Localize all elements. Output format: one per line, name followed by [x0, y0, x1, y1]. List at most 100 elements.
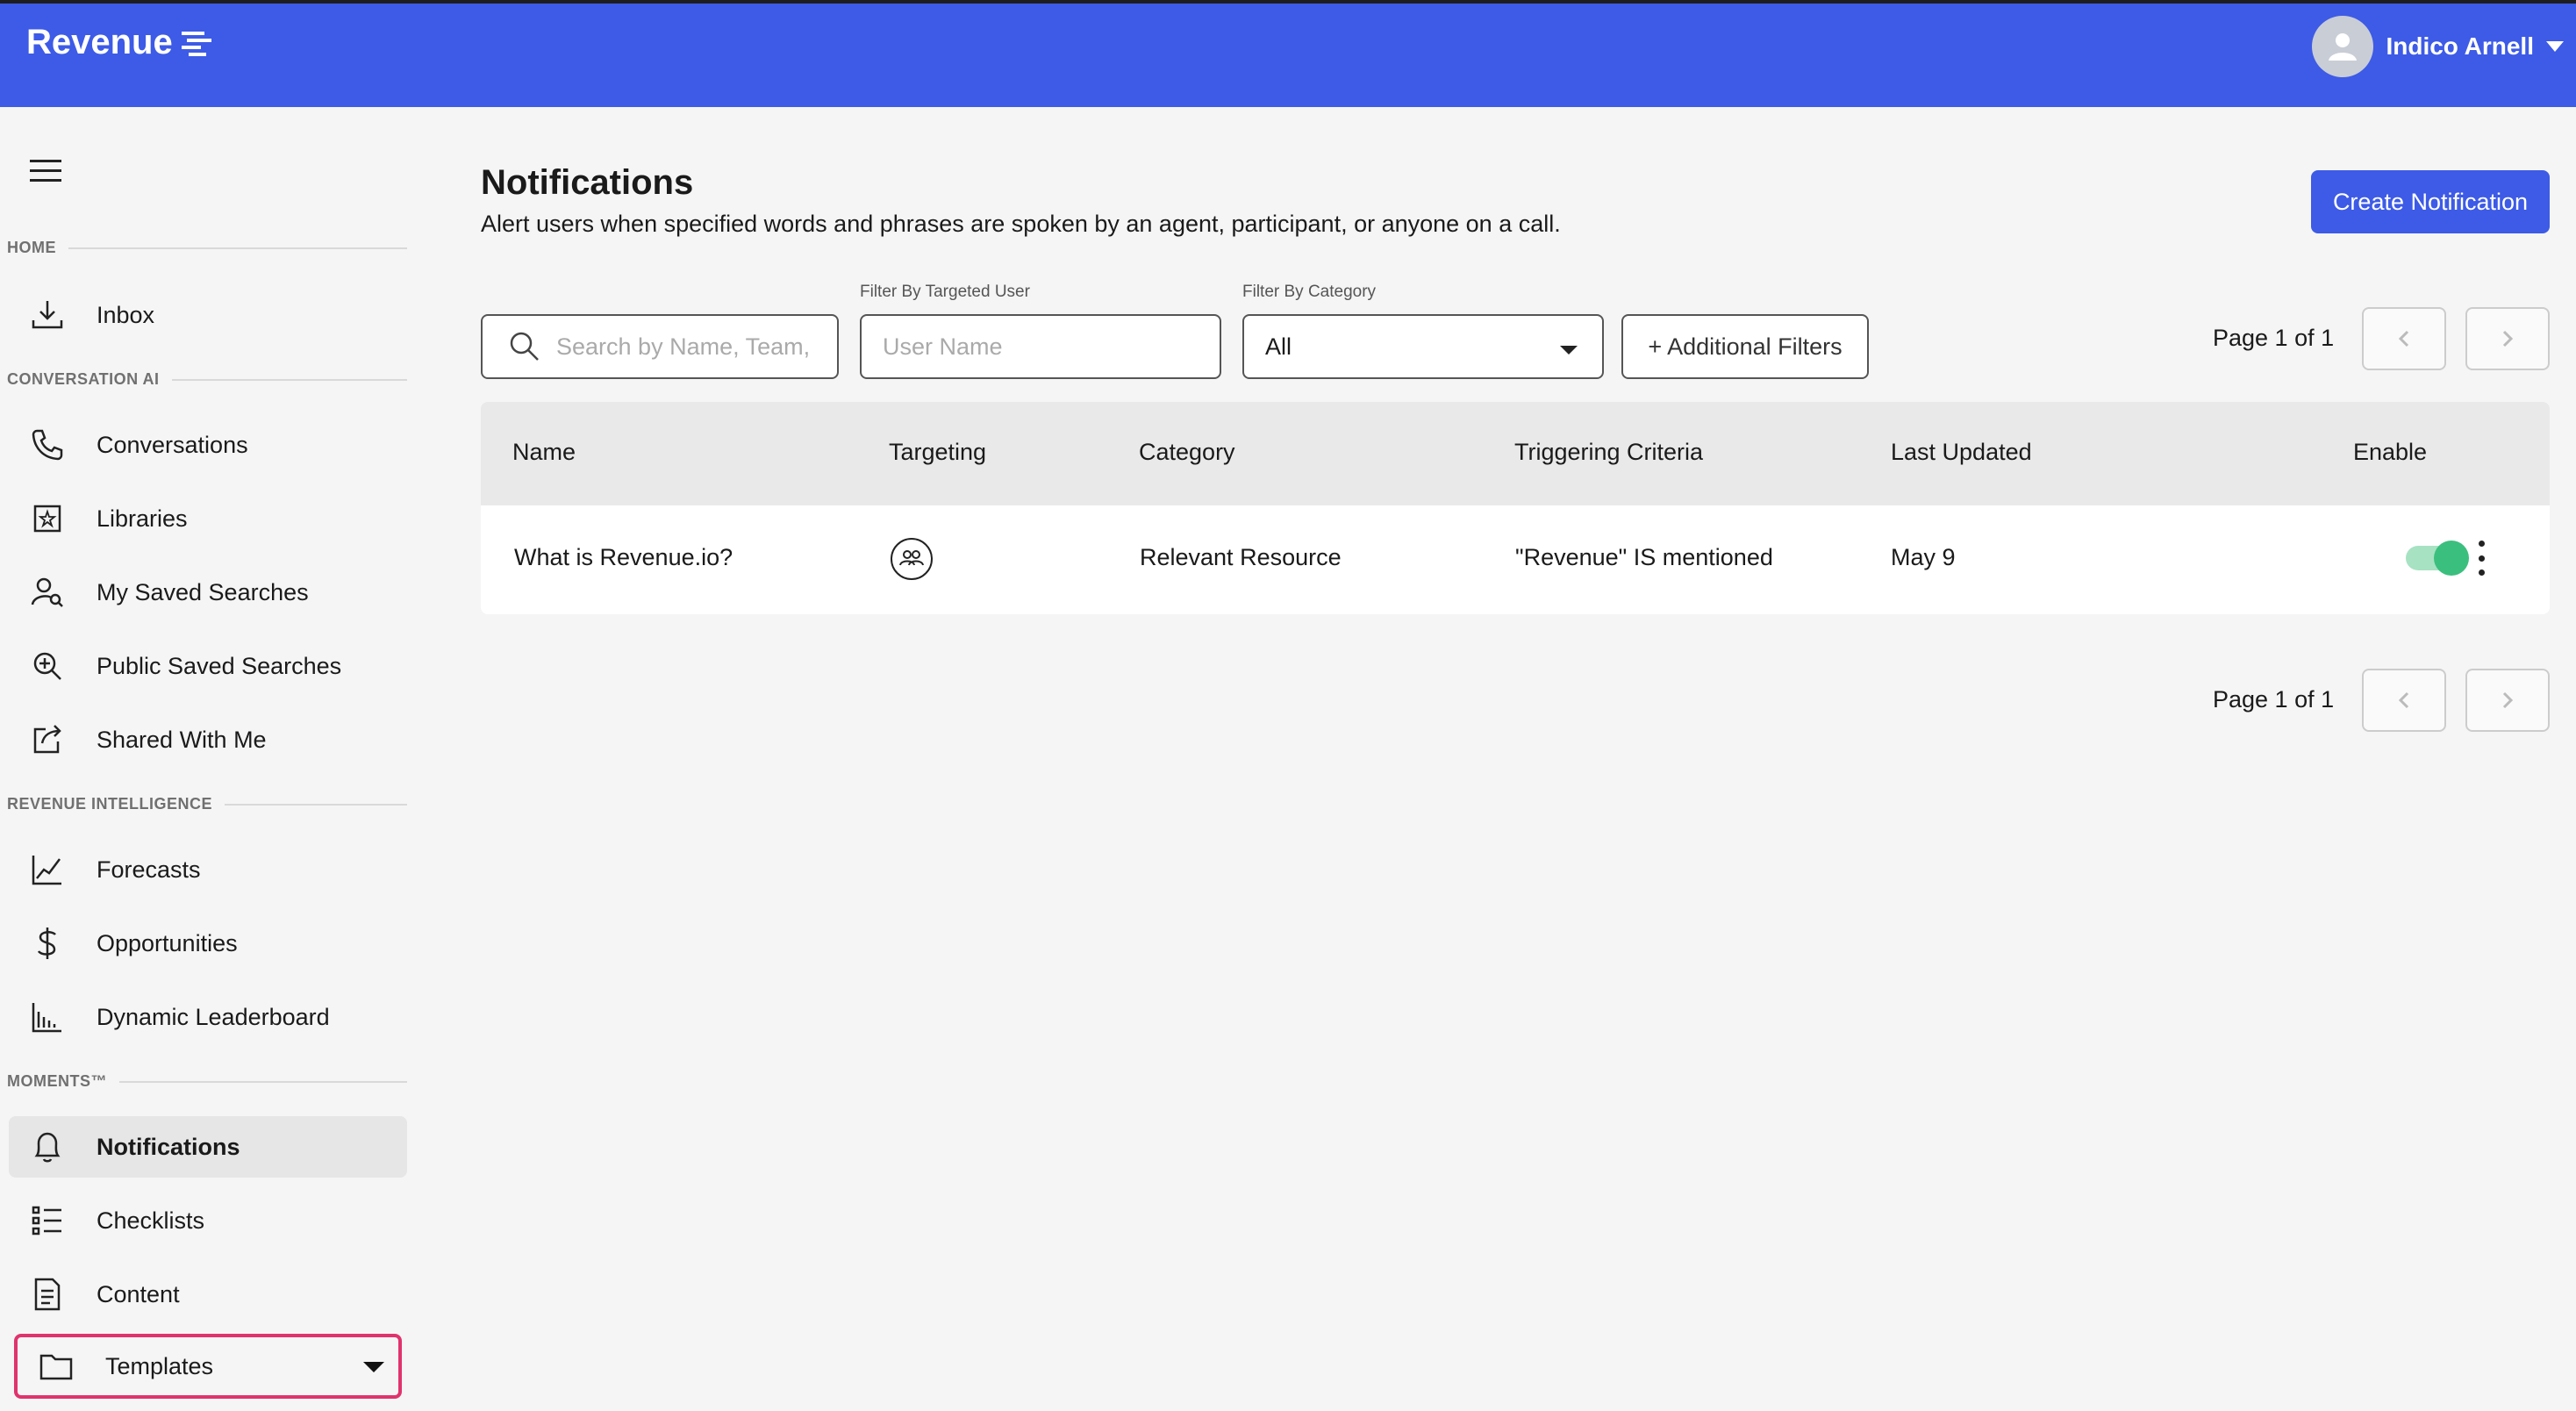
divider	[225, 803, 407, 806]
bell-icon	[28, 1128, 67, 1166]
column-header-category[interactable]: Category	[1139, 439, 1235, 466]
targeted-user-input[interactable]: User Name	[860, 314, 1221, 379]
section-label: HOME	[7, 239, 56, 256]
sidebar-item-label: Dynamic Leaderboard	[97, 1003, 330, 1030]
category-select[interactable]: All	[1242, 314, 1604, 379]
phone-icon	[28, 426, 67, 464]
app-logo[interactable]: Revenue	[26, 23, 211, 62]
column-header-enable: Enable	[2353, 439, 2428, 465]
sidebar-item-label: Opportunities	[97, 929, 238, 956]
sidebar-item-conversations[interactable]: Conversations	[9, 414, 407, 476]
sidebar-item-label: Content	[97, 1280, 180, 1307]
prev-page-button-bottom[interactable]	[2362, 669, 2446, 732]
sidebar-item-label: Inbox	[97, 301, 155, 328]
chevron-left-icon	[2398, 330, 2409, 347]
sidebar-item-opportunities[interactable]: Opportunities	[9, 913, 407, 974]
section-conversation-ai: CONVERSATION AI	[7, 370, 407, 389]
sidebar-item-notifications[interactable]: Notifications	[9, 1116, 407, 1178]
search-icon	[510, 332, 539, 361]
sidebar: HOME Inbox CONVERSATION AI Conversations…	[0, 107, 412, 1411]
sidebar-item-label: Checklists	[97, 1207, 205, 1234]
user-name-placeholder: User Name	[883, 333, 1003, 360]
search-placeholder: Search by Name, Team,	[556, 333, 811, 360]
section-moments: MOMENTS™	[7, 1072, 407, 1091]
sidebar-item-forecasts[interactable]: Forecasts	[9, 839, 407, 900]
library-icon	[28, 499, 67, 538]
logo-mark-icon	[181, 31, 211, 56]
chevron-left-icon	[2398, 691, 2409, 709]
sidebar-item-templates[interactable]: Templates	[14, 1334, 402, 1399]
enable-toggle[interactable]	[2406, 541, 2469, 576]
next-page-button-top[interactable]	[2465, 307, 2550, 370]
avatar	[2312, 16, 2374, 77]
table-header: Name Targeting Category Triggering Crite…	[481, 402, 2550, 505]
group-icon	[890, 537, 934, 587]
sidebar-item-label: Libraries	[97, 505, 188, 532]
create-notification-button[interactable]: Create Notification	[2311, 170, 2550, 233]
section-home: HOME	[7, 239, 407, 257]
column-header-triggering-criteria[interactable]: Triggering Criteria	[1514, 439, 1703, 466]
inbox-icon	[28, 296, 67, 334]
more-options-icon[interactable]	[2476, 541, 2487, 576]
person-icon	[2329, 33, 2358, 61]
column-header-last-updated[interactable]: Last Updated	[1891, 439, 2032, 466]
row-last-updated: May 9	[1891, 544, 1956, 570]
targeted-user-filter-label: Filter By Targeted User	[860, 283, 1030, 301]
row-criteria: "Revenue" IS mentioned	[1515, 544, 1773, 570]
row-category: Relevant Resource	[1140, 544, 1342, 570]
sidebar-item-checklists[interactable]: Checklists	[9, 1190, 407, 1251]
category-value: All	[1265, 333, 1292, 360]
caret-down-icon[interactable]	[363, 1362, 384, 1372]
sidebar-item-label: My Saved Searches	[97, 578, 309, 605]
row-name[interactable]: What is Revenue.io?	[514, 544, 733, 571]
sidebar-item-inbox[interactable]: Inbox	[9, 284, 407, 346]
user-menu[interactable]: Indico Arnell	[2312, 16, 2564, 77]
sidebar-item-dynamic-leaderboard[interactable]: Dynamic Leaderboard	[9, 986, 407, 1048]
divider	[119, 1080, 407, 1083]
sidebar-item-label: Shared With Me	[97, 726, 267, 753]
search-input[interactable]: Search by Name, Team,	[481, 314, 839, 379]
checklist-icon	[28, 1201, 67, 1240]
sidebar-item-label: Forecasts	[97, 856, 201, 883]
caret-down-icon	[1560, 346, 1578, 355]
additional-filters-label: + Additional Filters	[1648, 333, 1843, 360]
table-row[interactable]: What is Revenue.io? Relevant Resource "R…	[481, 505, 2550, 614]
sidebar-item-label: Conversations	[97, 431, 248, 458]
section-revenue-intelligence: REVENUE INTELLIGENCE	[7, 795, 407, 813]
chevron-right-icon	[2502, 330, 2514, 347]
app-title: Revenue	[26, 23, 173, 61]
chevron-right-icon	[2502, 691, 2514, 709]
additional-filters-button[interactable]: + Additional Filters	[1621, 314, 1869, 379]
zoom-in-icon	[28, 647, 67, 685]
sidebar-item-content[interactable]: Content	[9, 1264, 407, 1325]
notifications-table: Name Targeting Category Triggering Crite…	[481, 402, 2550, 614]
sidebar-item-label: Notifications	[97, 1133, 240, 1160]
page-indicator-bottom: Page 1 of 1	[2213, 686, 2335, 713]
next-page-button-bottom[interactable]	[2465, 669, 2550, 732]
bar-chart-icon	[28, 998, 67, 1036]
sidebar-item-my-saved-searches[interactable]: My Saved Searches	[9, 562, 407, 623]
share-icon	[28, 720, 67, 759]
divider	[171, 378, 407, 381]
section-label: MOMENTS™	[7, 1072, 107, 1090]
user-search-icon	[28, 573, 67, 612]
line-chart-icon	[28, 850, 67, 889]
sidebar-item-shared-with-me[interactable]: Shared With Me	[9, 709, 407, 770]
page-title: Notifications	[481, 163, 694, 202]
sidebar-item-libraries[interactable]: Libraries	[9, 488, 407, 549]
chevron-down-icon	[2546, 41, 2564, 52]
prev-page-button-top[interactable]	[2362, 307, 2446, 370]
sidebar-item-label: Public Saved Searches	[97, 652, 342, 679]
column-header-targeting[interactable]: Targeting	[889, 439, 986, 466]
sidebar-item-public-saved-searches[interactable]: Public Saved Searches	[9, 635, 407, 697]
user-name: Indico Arnell	[2386, 32, 2534, 60]
main-content: Notifications Alert users when specified…	[412, 107, 2576, 1411]
toggle-knob	[2434, 541, 2469, 576]
column-header-name[interactable]: Name	[512, 439, 576, 466]
top-bar: Revenue Indico Arnell	[0, 0, 2576, 107]
page-description: Alert users when specified words and phr…	[481, 211, 1561, 237]
section-label: CONVERSATION AI	[7, 370, 160, 388]
divider	[68, 247, 407, 249]
section-label: REVENUE INTELLIGENCE	[7, 795, 213, 813]
menu-icon[interactable]	[30, 158, 61, 184]
